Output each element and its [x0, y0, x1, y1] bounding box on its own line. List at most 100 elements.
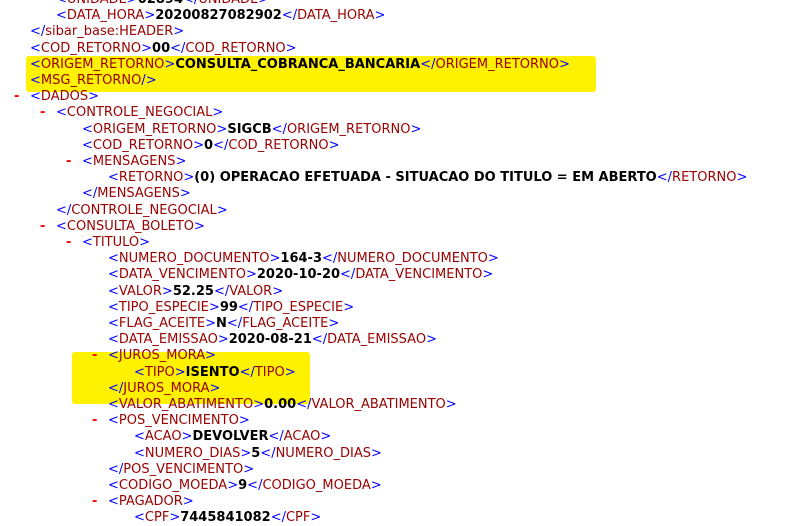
open-tag-name: CONTROLE_NEGOCIAL: [66, 105, 213, 121]
bracket: >: [194, 218, 205, 234]
bracket: <: [108, 413, 119, 429]
bracket: <: [108, 170, 119, 186]
bracket: </: [296, 397, 312, 412]
collapse-toggle[interactable]: -: [92, 413, 97, 429]
bracket: >: [243, 461, 255, 477]
bracket: />: [141, 73, 157, 88]
open-tag-name: POS_VENCIMENTO: [118, 413, 239, 429]
bracket: <: [134, 364, 145, 380]
element-value: 7445841082: [180, 510, 271, 526]
element-value: 9: [238, 478, 248, 493]
bracket: </: [226, 316, 243, 331]
bracket: </: [56, 202, 72, 218]
bracket: >: [209, 380, 221, 396]
xml-line: <VALOR_ABATIMENTO>0.00</VALOR_ABATIMENTO…: [108, 397, 457, 413]
xml-line: </MENSAGENS>: [82, 186, 191, 202]
xml-line: </CONTROLE_NEGOCIAL>: [56, 203, 228, 219]
bracket: >: [258, 0, 269, 7]
xml-line: < RETORNO> (0) OPERACAO EFETUADA - SITUACA…: [108, 170, 747, 186]
bracket: </: [340, 267, 356, 283]
collapse-toggle[interactable]: -: [66, 154, 71, 170]
bracket: </: [260, 445, 276, 461]
bracket: </: [271, 121, 287, 137]
collapse-toggle[interactable]: -: [66, 235, 71, 251]
close-tag-name: TIPO_ESPECIE: [253, 299, 344, 315]
bracket: >: [320, 429, 332, 445]
element-value: (0) OPERACAO EFETUADA - SITUACAO DO TITU…: [194, 170, 657, 186]
bracket: </: [420, 56, 436, 72]
bracket: >: [245, 267, 257, 283]
open-tag-name: COD_RETORNO: [92, 137, 194, 153]
close-tag-name: FLAG_ACEITE: [242, 316, 329, 331]
bracket: <: [134, 429, 145, 445]
bracket: >: [205, 348, 217, 364]
bracket: >: [374, 8, 386, 24]
bracket: >: [161, 283, 173, 299]
xml-line: <VALOR>52.25</VALOR>: [108, 284, 283, 300]
bracket: >: [88, 89, 99, 105]
xml-line: </POS_VENCIMENTO>: [108, 462, 254, 478]
close-tag-name: JUROS_MORA: [123, 380, 210, 396]
element-value: SIGCB: [227, 121, 272, 137]
xml-line: <JUROS_MORA>: [108, 348, 216, 364]
open-tag-name: DATA_EMISSAO: [118, 332, 218, 348]
close-tag-name: RETORNO: [672, 170, 737, 186]
xml-line: <CODIGO_MOEDA>9</CODIGO_MOEDA>: [108, 478, 382, 494]
open-tag-name: ACAO: [144, 429, 182, 445]
open-tag-name: COD_RETORNO: [40, 40, 142, 56]
bracket: >: [371, 445, 382, 461]
bracket: <: [108, 397, 119, 412]
collapse-toggle[interactable]: -: [92, 348, 97, 364]
xml-line: <DATA_HORA>20200827082902</DATA_HORA>: [56, 8, 385, 24]
collapse-toggle[interactable]: -: [14, 89, 19, 105]
bracket: >: [216, 121, 228, 137]
bracket: >: [736, 170, 748, 186]
xml-line: </JUROS_MORA>: [108, 381, 220, 397]
element-value: 0.00: [264, 397, 297, 412]
bracket: </: [108, 461, 124, 477]
element-value: 20200827082902: [155, 8, 282, 24]
bracket: >: [169, 510, 181, 526]
element-value: 02894: [138, 0, 183, 7]
open-tag-name: ORIGEM_RETORNO: [92, 121, 217, 137]
close-tag-name: VALOR: [229, 283, 273, 299]
open-tag-name: FLAG_ACEITE: [118, 316, 206, 331]
element-value: 0: [204, 137, 214, 153]
bracket: <: [108, 267, 119, 283]
bracket: >: [269, 251, 281, 267]
bracket: >: [328, 137, 340, 153]
element-value: 00: [152, 40, 171, 56]
bracket: </: [247, 478, 263, 493]
bracket: <: [108, 251, 119, 267]
collapse-toggle[interactable]: -: [40, 105, 45, 121]
bracket: <: [30, 73, 41, 88]
bracket: >: [164, 56, 176, 72]
xml-line: <NUMERO_DIAS>5</NUMERO_DIAS>: [134, 446, 382, 462]
bracket: </: [213, 137, 229, 153]
xml-line: <DATA_EMISSAO>2020-08-21</DATA_EMISSAO>: [108, 332, 437, 348]
bracket: >: [343, 299, 355, 315]
xml-line: </sibar_base:HEADER>: [30, 24, 184, 40]
xml-line: <COD_RETORNO>00</COD_RETORNO>: [30, 41, 297, 57]
collapse-toggle[interactable]: -: [92, 494, 97, 510]
bracket: <: [108, 283, 119, 299]
xml-line: <FLAG_ACEITE>N</FLAG_ACEITE>: [108, 316, 339, 332]
bracket: >: [410, 121, 422, 137]
element-value: 164-3: [280, 251, 322, 267]
xml-line: <DATA_VENCIMENTO>2020-10-20</DATA_VENCIM…: [108, 267, 493, 283]
bracket: >: [284, 364, 296, 380]
bracket: >: [212, 105, 224, 121]
bracket: </: [30, 24, 46, 40]
xml-line: <ORIGEM_RETORNO>SIGCB</ORIGEM_RETORNO>: [82, 122, 421, 138]
bracket: </: [270, 510, 286, 526]
close-tag-name: DATA_VENCIMENTO: [355, 267, 483, 283]
bracket: <: [108, 348, 119, 364]
bracket: <: [30, 89, 41, 105]
collapse-toggle[interactable]: -: [40, 219, 45, 235]
open-tag-name: VALOR: [118, 283, 162, 299]
bracket: <: [108, 299, 119, 315]
element-value: CONSULTA_COBRANCA_BANCARIA: [175, 56, 421, 72]
xml-line: <TIPO_ESPECIE>99</TIPO_ESPECIE>: [108, 300, 354, 316]
open-tag-name: MENSAGENS: [92, 154, 176, 169]
bracket: </: [281, 8, 298, 24]
